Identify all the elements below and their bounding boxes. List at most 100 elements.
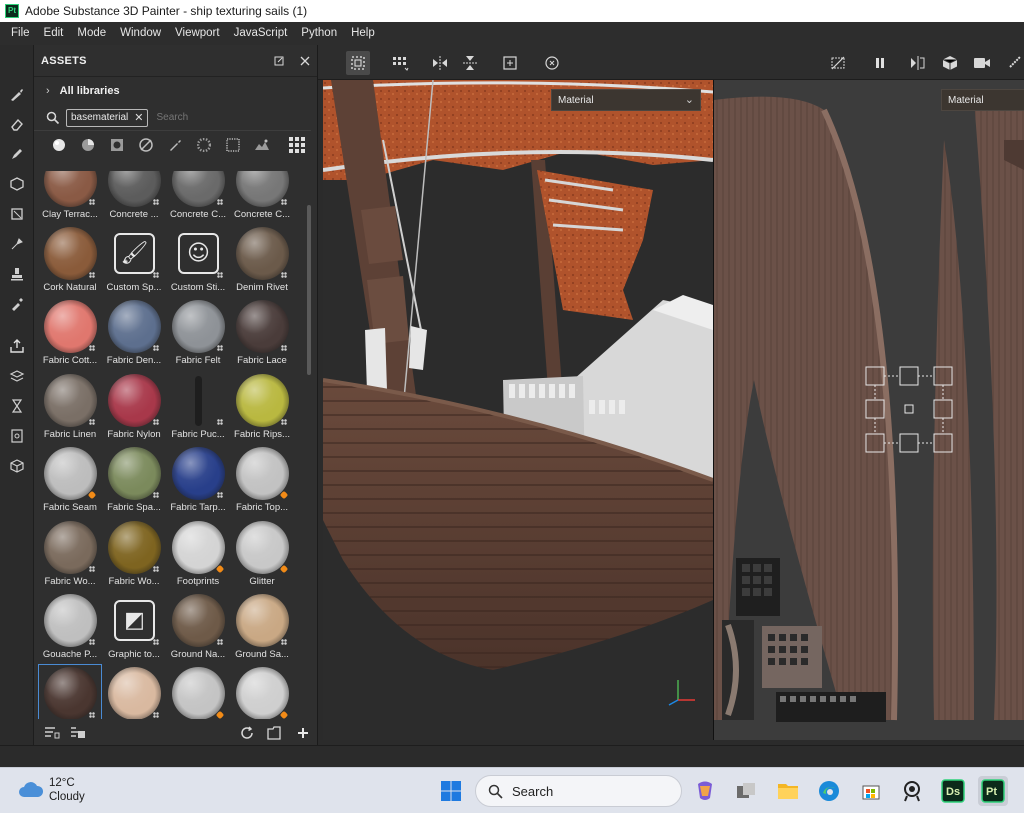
filter-textures[interactable]	[222, 136, 243, 154]
polygon-fill-tool[interactable]	[6, 173, 28, 195]
color-picker-tool[interactable]	[6, 293, 28, 315]
menu-mode[interactable]: Mode	[70, 22, 113, 45]
asset-item[interactable]: ☺ Custom Sti...	[166, 224, 230, 297]
symmetry-x-button[interactable]	[428, 51, 452, 75]
asset-item[interactable]: Fabric Rips...	[230, 371, 294, 444]
file-explorer-app[interactable]	[773, 776, 803, 806]
asset-item[interactable]: Footprints	[166, 518, 230, 591]
microsoft-store-app[interactable]	[856, 776, 886, 806]
search-input[interactable]	[156, 112, 267, 123]
menu-window[interactable]: Window	[113, 22, 168, 45]
substance-designer-app[interactable]: Ds	[938, 776, 968, 806]
asset-item[interactable]: Fabric Top...	[230, 444, 294, 517]
new-folder-button[interactable]	[266, 725, 282, 741]
focus-frame-button[interactable]	[498, 51, 522, 75]
menu-javascript[interactable]: JavaScript	[227, 22, 295, 45]
asset-item[interactable]: Concrete C...	[166, 171, 230, 224]
projection-tool[interactable]	[6, 143, 28, 165]
history-tool[interactable]	[6, 395, 28, 417]
filter-list-button[interactable]	[44, 725, 60, 741]
asset-item[interactable]: Fabric Cott...	[38, 297, 102, 370]
asset-item[interactable]: Fabric Linen	[38, 371, 102, 444]
asset-item[interactable]: Fabric Lace	[230, 297, 294, 370]
filter-particles[interactable]	[193, 136, 214, 154]
filter-smart-materials[interactable]	[77, 136, 98, 154]
asset-item[interactable]: 🖌 Custom Sp...	[102, 224, 166, 297]
filter-masks[interactable]	[106, 136, 127, 154]
asset-item[interactable]: Fabric Felt	[166, 297, 230, 370]
asset-item[interactable]: Cork Natural	[38, 224, 102, 297]
mesh-tool[interactable]	[6, 455, 28, 477]
add-asset-button[interactable]	[295, 725, 311, 741]
asset-scrollbar[interactable]	[306, 205, 312, 705]
material-channel-select-right[interactable]: Material	[941, 89, 1024, 111]
grid-view-icon[interactable]	[289, 137, 305, 153]
document-tool[interactable]	[6, 425, 28, 447]
asset-item[interactable]: Concrete C...	[230, 171, 294, 224]
selection-mode-button[interactable]	[346, 51, 370, 75]
smudge-tool[interactable]	[6, 233, 28, 255]
menu-python[interactable]: Python	[294, 22, 344, 45]
asset-item[interactable]: Fabric Spa...	[102, 444, 166, 517]
material-channel-select-left[interactable]: Material ⌄	[551, 89, 701, 111]
paint-brush-tool[interactable]	[6, 83, 28, 105]
hide-overlay-button[interactable]	[826, 51, 850, 75]
measure-tool[interactable]	[6, 365, 28, 387]
bake-tool[interactable]	[6, 335, 28, 357]
asset-item[interactable]: Glitter	[230, 518, 294, 591]
edge-browser-app[interactable]	[814, 776, 844, 806]
filter-smart-masks[interactable]	[135, 136, 156, 154]
asset-item[interactable]: Fabric Wo...	[102, 518, 166, 591]
selection-tool[interactable]	[6, 203, 28, 225]
substance-painter-app[interactable]: Pt	[978, 776, 1008, 806]
more-tools-button[interactable]	[1004, 51, 1024, 75]
menu-help[interactable]: Help	[344, 22, 382, 45]
app-launcher[interactable]	[897, 776, 927, 806]
task-view-app[interactable]	[731, 776, 761, 806]
asset-item[interactable]: Clay Terrac...	[38, 171, 102, 224]
symmetry-y-button[interactable]	[458, 51, 482, 75]
clone-tool[interactable]	[6, 263, 28, 285]
asset-item[interactable]: Ivy Branch	[166, 664, 230, 719]
asset-item[interactable]: Concrete ...	[102, 171, 166, 224]
asset-item[interactable]: Fabric Seam	[38, 444, 102, 517]
scrollbar-thumb[interactable]	[307, 205, 311, 375]
asset-item[interactable]: Ground Sa...	[230, 591, 294, 664]
asset-item[interactable]: Fabric Puc...	[166, 371, 230, 444]
asset-item[interactable]: hull_planks	[38, 664, 102, 719]
split-view-button[interactable]	[906, 51, 930, 75]
menu-edit[interactable]: Edit	[37, 22, 71, 45]
asset-item[interactable]: Fabric Den...	[102, 297, 166, 370]
display-mode-button[interactable]	[938, 51, 962, 75]
menu-viewport[interactable]: Viewport	[168, 22, 227, 45]
asset-item[interactable]: Denim Rivet	[230, 224, 294, 297]
close-panel-button[interactable]	[298, 54, 312, 68]
copilot-app[interactable]	[690, 776, 720, 806]
camera-settings-button[interactable]	[970, 51, 994, 75]
eraser-tool[interactable]	[6, 113, 28, 135]
taskbar-search[interactable]: Search	[475, 775, 682, 807]
start-button[interactable]	[436, 776, 466, 806]
menu-file[interactable]: File	[4, 22, 37, 45]
grid-display-button[interactable]	[388, 51, 412, 75]
refresh-button[interactable]	[239, 725, 255, 741]
sort-list-button[interactable]	[70, 725, 86, 741]
remove-chip-icon[interactable]: ✕	[134, 111, 143, 124]
asset-item[interactable]: Fabric Nylon	[102, 371, 166, 444]
asset-item[interactable]: Fabric Tarp...	[166, 444, 230, 517]
filter-environments[interactable]	[251, 136, 272, 154]
asset-item[interactable]: Human Fe...	[102, 664, 166, 719]
pause-render-button[interactable]	[868, 51, 892, 75]
reset-camera-button[interactable]	[540, 51, 564, 75]
asset-item[interactable]: ◩ Graphic to...	[102, 591, 166, 664]
filter-brushes[interactable]	[164, 136, 185, 154]
library-selector[interactable]: › All libraries	[34, 77, 317, 105]
3d-viewport[interactable]: Material ⌄	[323, 80, 713, 740]
2d-uv-viewport[interactable]: Material	[714, 80, 1024, 740]
filter-materials[interactable]	[48, 136, 69, 154]
asset-item[interactable]: Large Rust...	[230, 664, 294, 719]
asset-item[interactable]: Fabric Wo...	[38, 518, 102, 591]
detach-panel-button[interactable]	[272, 54, 286, 68]
asset-item[interactable]: Ground Na...	[166, 591, 230, 664]
weather-widget[interactable]: 12°C Cloudy	[18, 776, 85, 804]
